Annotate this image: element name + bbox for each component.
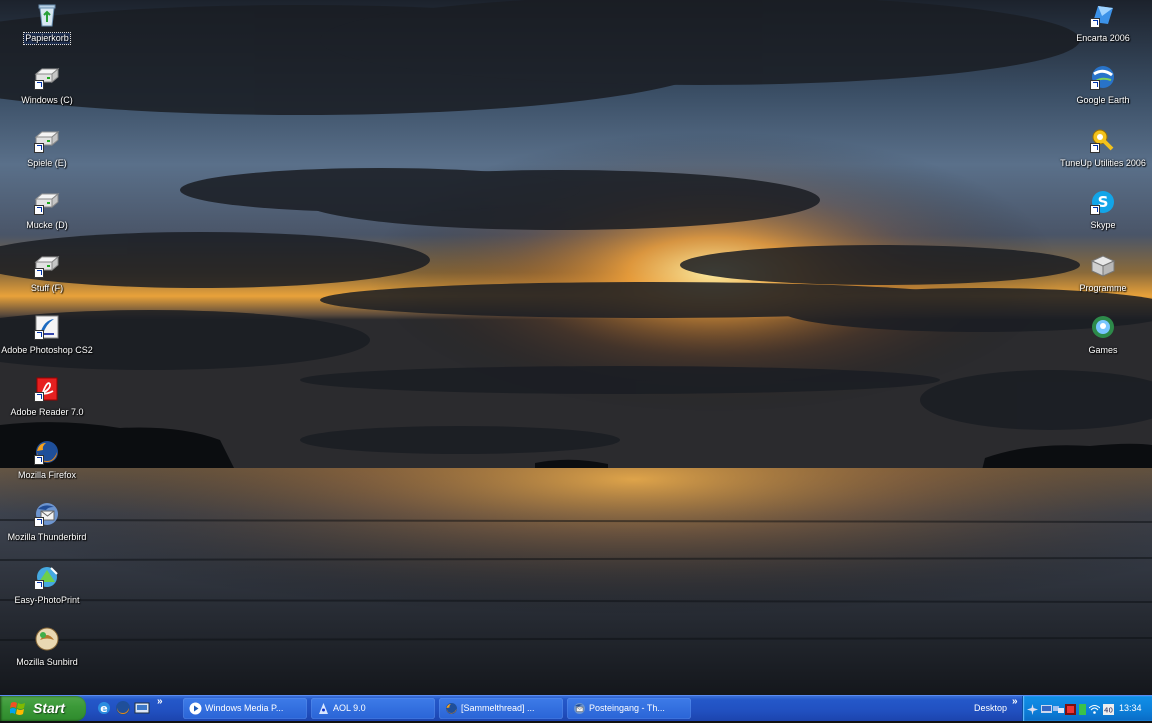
- desktop-icon-mozilla-sunbird[interactable]: Mozilla Sunbird: [0, 626, 95, 670]
- tray-av-icon[interactable]: 40: [1103, 702, 1114, 715]
- svg-text:40: 40: [1104, 707, 1113, 715]
- drive-icon: [34, 127, 60, 153]
- desktop-icon-stuff-f[interactable]: Stuff (F): [0, 252, 95, 296]
- desktop-icon-adobe-photoshop-cs2[interactable]: Adobe Photoshop CS2: [0, 314, 95, 358]
- recycle-bin-icon: [34, 2, 60, 28]
- programs-box-icon: [1090, 252, 1116, 278]
- photoprint-icon: [34, 564, 60, 590]
- shortcut-arrow-icon: [34, 579, 44, 590]
- desktop-icon-label: Mozilla Thunderbird: [7, 532, 87, 543]
- quick-launch-more[interactable]: »: [157, 696, 163, 707]
- taskbar-button-2[interactable]: AOL 9.0: [311, 698, 435, 719]
- desktop-wallpaper: [0, 0, 1152, 695]
- firefox-icon: [445, 702, 458, 715]
- desktop-icon-mozilla-thunderbird[interactable]: Mozilla Thunderbird: [0, 501, 95, 545]
- adobe-reader-icon: [34, 376, 60, 403]
- shortcut-arrow-icon: [34, 517, 44, 528]
- games-icon: [1090, 314, 1116, 340]
- google-earth-icon: [1090, 64, 1116, 91]
- shortcut-arrow-icon: [34, 205, 44, 216]
- desktop-icon-label: TuneUp Utilities 2006: [1060, 157, 1146, 168]
- desktop-icon-label: Papierkorb: [23, 32, 71, 45]
- desktop-icon-mucke-d[interactable]: Mucke (D): [0, 189, 95, 233]
- desktop-icon-windows-c[interactable]: Windows (C): [0, 64, 95, 108]
- sunbird-icon: [34, 626, 60, 652]
- desktop-icon-skype[interactable]: S Skype: [1055, 189, 1151, 233]
- shortcut-arrow-icon: [34, 454, 44, 465]
- start-button[interactable]: Start: [0, 696, 86, 721]
- thunderbird-icon: [34, 501, 60, 528]
- shortcut-arrow-icon: [34, 142, 44, 153]
- shortcut-arrow-icon: [1090, 205, 1100, 216]
- desktop-icon-label: Adobe Reader 7.0: [10, 407, 84, 418]
- windows-logo-icon: [10, 702, 25, 715]
- tray-gpu-icon[interactable]: [1065, 702, 1076, 715]
- firefox-icon[interactable]: [115, 700, 131, 716]
- desktop-icon-label: Adobe Photoshop CS2: [1, 345, 93, 355]
- desktop-icon-papierkorb[interactable]: Papierkorb: [0, 2, 95, 46]
- system-tray: 40 13:34: [1022, 696, 1152, 721]
- photoshop-icon: [34, 314, 60, 340]
- desktop-icon-games[interactable]: Games: [1055, 314, 1151, 358]
- desktop-toolbar-label[interactable]: Desktop: [974, 696, 1007, 721]
- taskbar: Start e » Windows Media P... AOL 9.0 [Samm…: [0, 695, 1152, 721]
- ie-icon[interactable]: e: [96, 700, 112, 716]
- desktop-icon-label: Mozilla Sunbird: [16, 657, 78, 667]
- desktop-icon-tuneup-utilities-2006[interactable]: TuneUp Utilities 2006: [1055, 127, 1151, 171]
- desktop-icon-adobe-reader-7-0[interactable]: Adobe Reader 7.0: [0, 376, 95, 420]
- desktop-icon-label: Programme: [1079, 282, 1127, 293]
- desktop-icon-label: Stuff (F): [30, 282, 64, 293]
- desktop-icon-label: Google Earth: [1076, 95, 1130, 106]
- desktop-icon-spiele-e[interactable]: Spiele (E): [0, 127, 95, 171]
- thunderbird-icon: [573, 702, 586, 715]
- taskbar-button-1[interactable]: Windows Media P...: [183, 698, 307, 719]
- shortcut-arrow-icon: [1090, 18, 1100, 28]
- shortcut-arrow-icon: [34, 80, 44, 91]
- show-desktop-icon[interactable]: [134, 700, 150, 716]
- shortcut-arrow-icon: [1090, 80, 1100, 91]
- skype-icon: S: [1090, 189, 1116, 216]
- desktop-icon-encarta-2006[interactable]: Encarta 2006: [1055, 2, 1151, 46]
- tray-status-icon[interactable]: [1077, 702, 1088, 715]
- media-player-icon: [189, 702, 202, 715]
- desktop-icon-easy-photoprint[interactable]: Easy-PhotoPrint: [0, 564, 95, 608]
- tray-wifi-icon[interactable]: [1088, 702, 1101, 714]
- desktop-icon-label: Easy-PhotoPrint: [14, 594, 80, 605]
- tray-network-icon[interactable]: [1027, 702, 1038, 715]
- desktop-icon-label: Spiele (E): [27, 157, 67, 168]
- drive-icon: [34, 189, 60, 216]
- tuneup-icon: [1090, 127, 1116, 153]
- taskbar-button-label: Posteingang - Th...: [589, 703, 665, 713]
- drive-icon: [34, 64, 60, 91]
- desktop-icon-label: Mozilla Firefox: [17, 469, 76, 480]
- desktop-icon-label: Games: [1088, 345, 1118, 355]
- taskbar-button-label: [Sammelthread] ...: [461, 703, 535, 713]
- drive-icon: [34, 252, 60, 278]
- start-label: Start: [33, 700, 65, 716]
- aol-icon: [317, 702, 330, 715]
- clock[interactable]: 13:34: [1119, 696, 1142, 721]
- shortcut-arrow-icon: [1090, 142, 1100, 153]
- desktop-icon-label: Windows (C): [21, 95, 73, 106]
- desktop-icon-label: Skype: [1090, 220, 1116, 231]
- desktop-icon-label: Encarta 2006: [1076, 33, 1130, 43]
- desktop-icon-programme[interactable]: Programme: [1055, 252, 1151, 296]
- desktop-icon-mozilla-firefox[interactable]: Mozilla Firefox: [0, 439, 95, 483]
- desktop-toolbar-more[interactable]: »: [1012, 696, 1018, 707]
- desktop-icon-google-earth[interactable]: Google Earth: [1055, 64, 1151, 108]
- taskbar-button-label: Windows Media P...: [205, 703, 284, 713]
- taskbar-button-label: AOL 9.0: [333, 703, 366, 713]
- shortcut-arrow-icon: [34, 330, 44, 340]
- desktop-icon-label: Mucke (D): [26, 220, 68, 231]
- shortcut-arrow-icon: [34, 392, 44, 403]
- tray-display-icon[interactable]: [1041, 702, 1052, 713]
- tray-connection-icon[interactable]: [1053, 702, 1064, 713]
- encarta-icon: [1090, 2, 1116, 28]
- firefox-icon: [34, 439, 60, 465]
- svg-text:e: e: [100, 702, 107, 715]
- taskbar-button-4[interactable]: Posteingang - Th...: [567, 698, 691, 719]
- shortcut-arrow-icon: [34, 267, 44, 278]
- taskbar-button-3[interactable]: [Sammelthread] ...: [439, 698, 563, 719]
